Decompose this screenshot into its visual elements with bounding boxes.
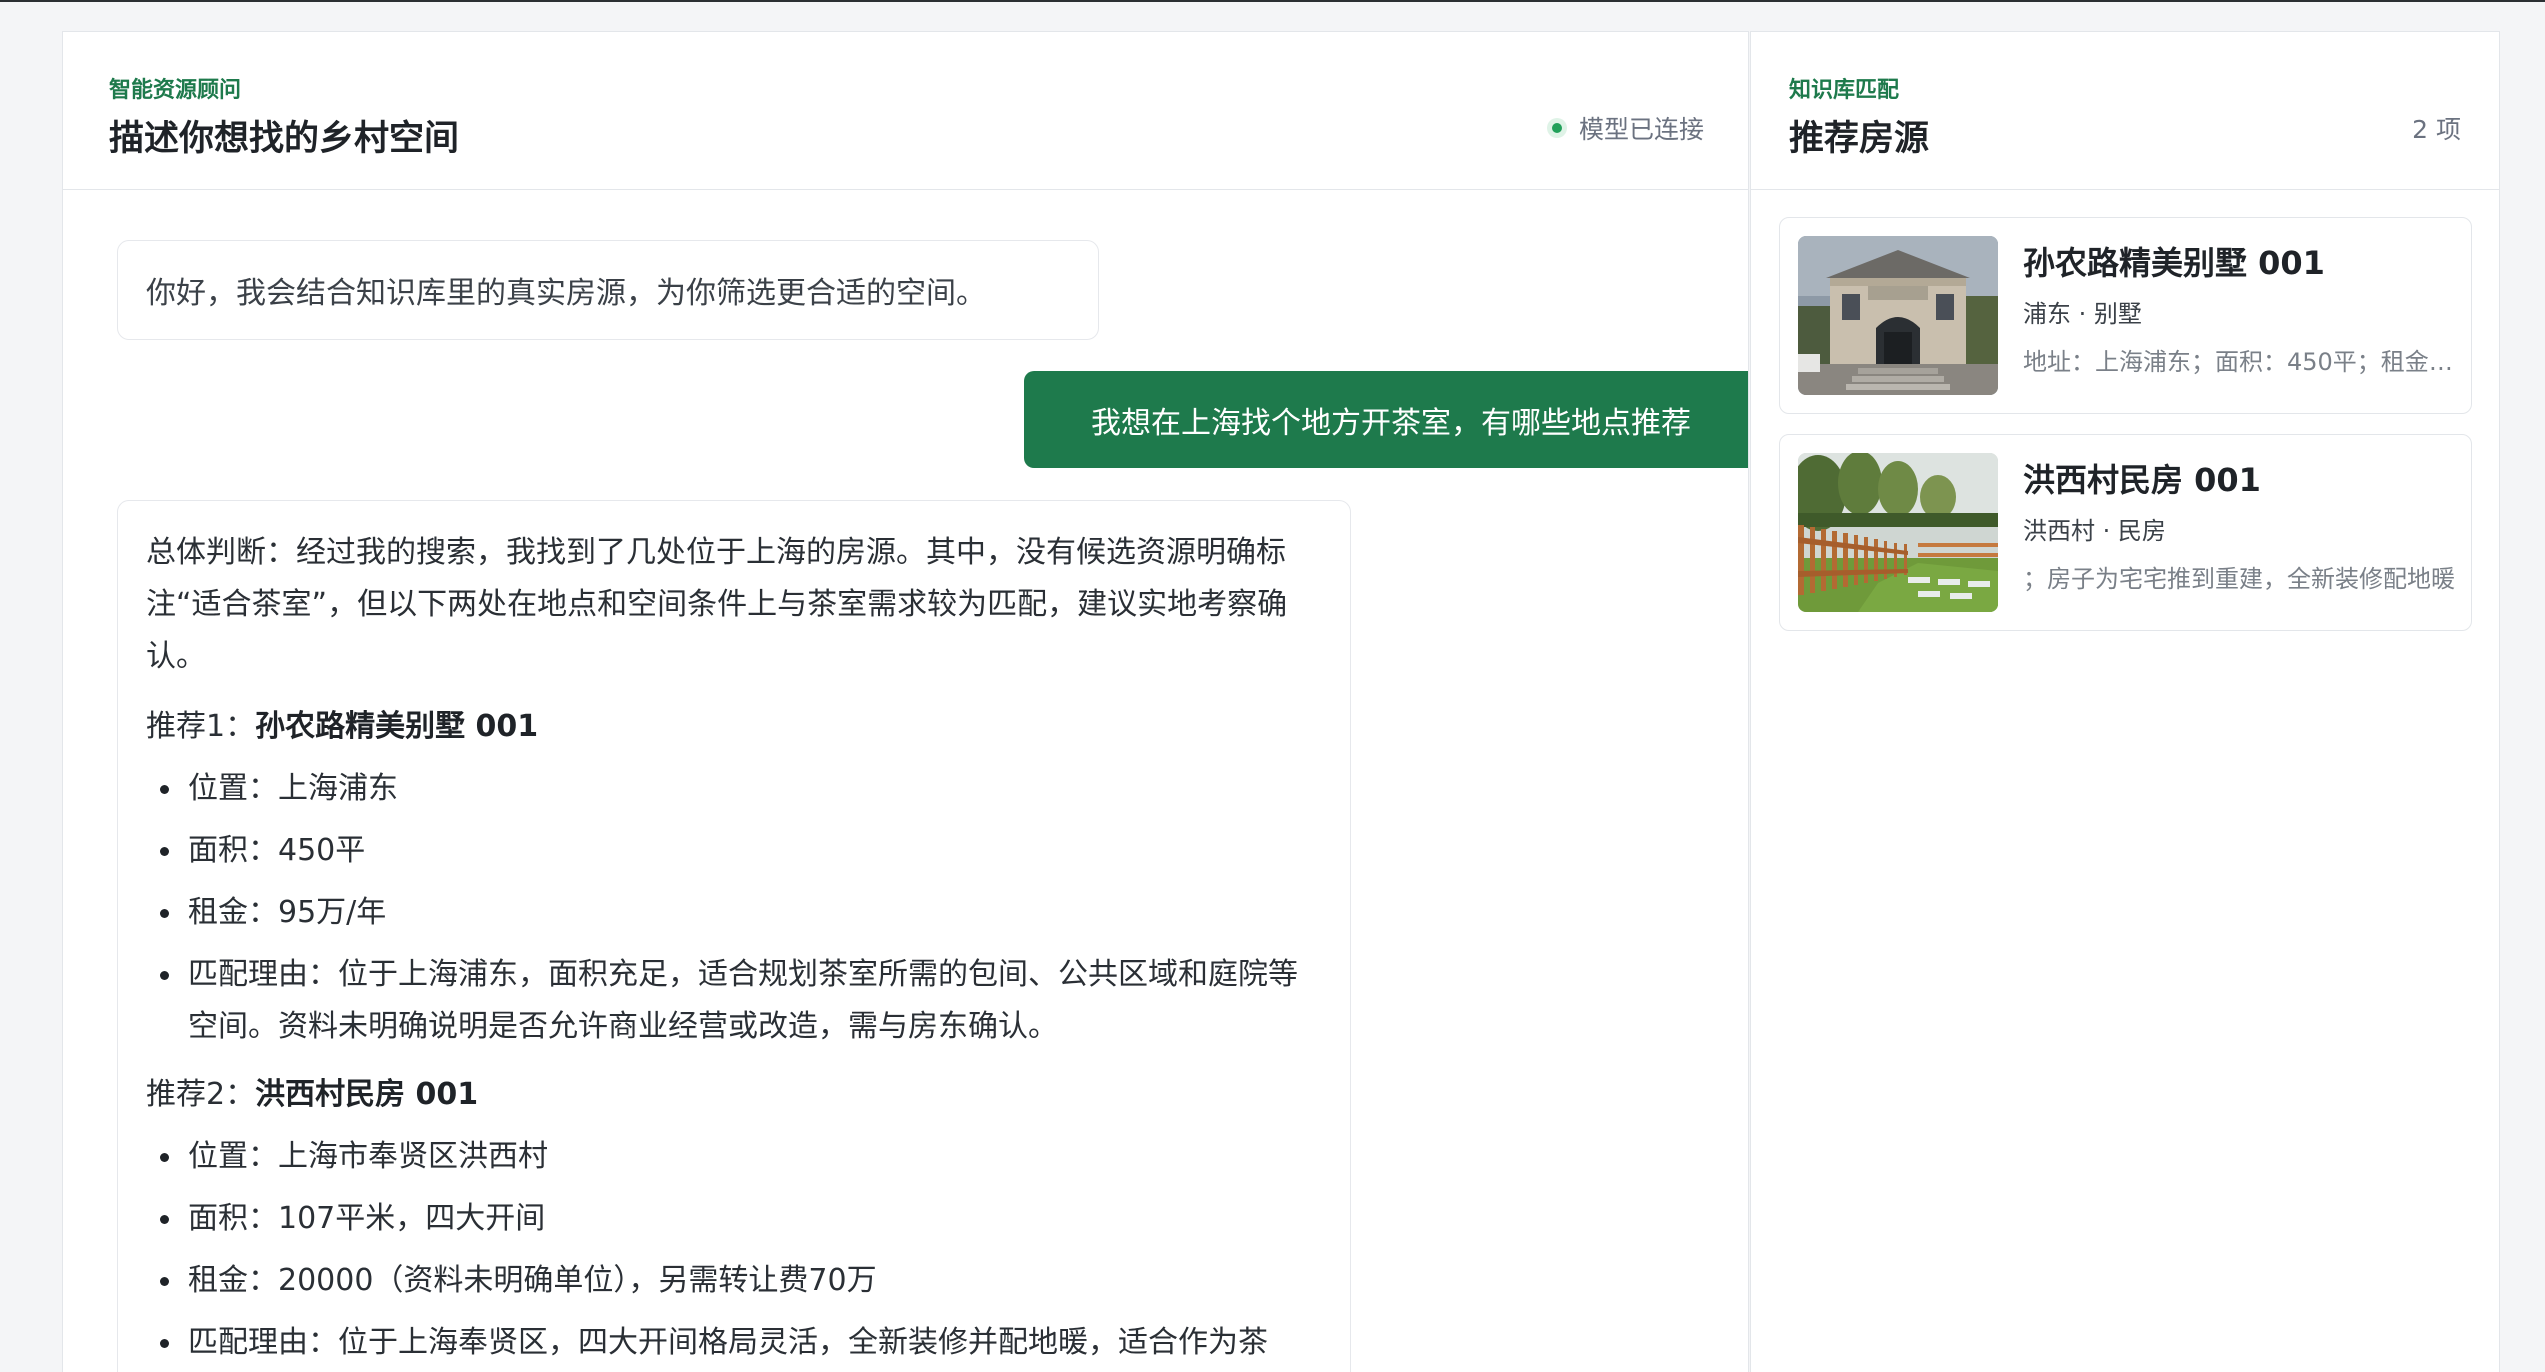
recommendation-2-heading: 推荐2：洪西村民房 001: [146, 1069, 1322, 1121]
property-meta: 浦东 · 别墅: [2023, 300, 2142, 328]
garden-fence-photo: [1798, 453, 1998, 612]
villa-photo: [1798, 236, 1998, 395]
list-item: 面积：107平米，四大开间: [146, 1193, 1322, 1245]
answer-summary: 总体判断：经过我的搜索，我找到了几处位于上海的房源。其中，没有候选资源明确标注“…: [146, 535, 1288, 674]
model-status: 模型已连接: [1546, 110, 1704, 146]
assistant-greeting-message: 你好，我会结合知识库里的真实房源，为你筛选更合适的空间。: [117, 240, 1099, 340]
chat-header: 智能资源顾问 描述你想找的乡村空间 模型已连接: [63, 32, 1748, 190]
status-dot-icon: [1546, 118, 1567, 138]
user-message: 我想在上海找个地方开茶室，有哪些地点推荐: [1024, 371, 1748, 468]
recommendation-1-list: 位置：上海浦东 面积：450平 租金：95万/年 匹配理由：位于上海浦东，面积充…: [146, 763, 1322, 1053]
rec2-name: 洪西村民房 001: [255, 1077, 479, 1112]
property-card[interactable]: 洪西村民房 001 洪西村 · 民房 ；房子为宅宅推到重建，全新装修配地暖: [1779, 434, 2472, 631]
list-item: 面积：450平: [146, 825, 1322, 877]
property-card[interactable]: 孙农路精美别墅 001 浦东 · 别墅 地址：上海浦东；面积：450平；租金：9…: [1779, 217, 2472, 414]
list-item: 匹配理由：位于上海浦东，面积充足，适合规划茶室所需的包间、公共区域和庭院等空间。…: [146, 949, 1322, 1053]
property-thumbnail: [1798, 453, 1998, 612]
list-item: 租金：95万/年: [146, 887, 1322, 939]
assistant-answer-message: 总体判断：经过我的搜索，我找到了几处位于上海的房源。其中，没有候选资源明确标注“…: [117, 500, 1351, 1372]
recommendations-title: 推荐房源: [1789, 119, 1930, 159]
recommendation-2-list: 位置：上海市奉贤区洪西村 面积：107平米，四大开间 租金：20000（资料未明…: [146, 1131, 1322, 1369]
rec1-name: 孙农路精美别墅 001: [255, 709, 539, 744]
property-description: 地址：上海浦东；面积：450平；租金：95万/年: [2023, 348, 2455, 376]
property-description: ；房子为宅宅推到重建，全新装修配地暖: [2023, 565, 2455, 593]
recommendations-header: 知识库匹配 推荐房源 2 项: [1751, 32, 2499, 190]
list-item: 位置：上海市奉贤区洪西村: [146, 1131, 1322, 1183]
chat-eyebrow: 智能资源顾问: [109, 78, 242, 103]
list-item: 租金：20000（资料未明确单位），另需转让费70万: [146, 1255, 1322, 1307]
recommendations-eyebrow: 知识库匹配: [1789, 78, 1900, 103]
window-top-border: [0, 0, 2545, 2]
property-meta: 洪西村 · 民房: [2023, 517, 2166, 545]
property-title: 孙农路精美别墅 001: [2023, 244, 2325, 282]
recommendations-panel: 知识库匹配 推荐房源 2 项 孙农路精美别墅 001 浦东 · 别墅 地址：上海…: [1750, 31, 2500, 1372]
property-thumbnail: [1798, 236, 1998, 395]
rec1-prefix: 推荐1：: [146, 709, 256, 744]
list-item: 匹配理由：位于上海奉贤区，四大开间格局灵活，全新装修并配地暖，适合作为茶: [146, 1317, 1322, 1369]
list-item: 位置：上海浦东: [146, 763, 1322, 815]
greeting-text: 你好，我会结合知识库里的真实房源，为你筛选更合适的空间。: [146, 276, 986, 311]
property-title: 洪西村民房 001: [2023, 461, 2261, 499]
model-status-label: 模型已连接: [1578, 115, 1704, 144]
result-count: 2 项: [2412, 115, 2461, 144]
user-message-text: 我想在上海找个地方开茶室，有哪些地点推荐: [1091, 405, 1691, 441]
chat-panel: 智能资源顾问 描述你想找的乡村空间 模型已连接 你好，我会结合知识库里的真实房源…: [62, 31, 1749, 1372]
rec2-prefix: 推荐2：: [146, 1077, 256, 1112]
recommendation-1-heading: 推荐1：孙农路精美别墅 001: [146, 701, 1322, 753]
chat-title: 描述你想找的乡村空间: [109, 119, 460, 159]
